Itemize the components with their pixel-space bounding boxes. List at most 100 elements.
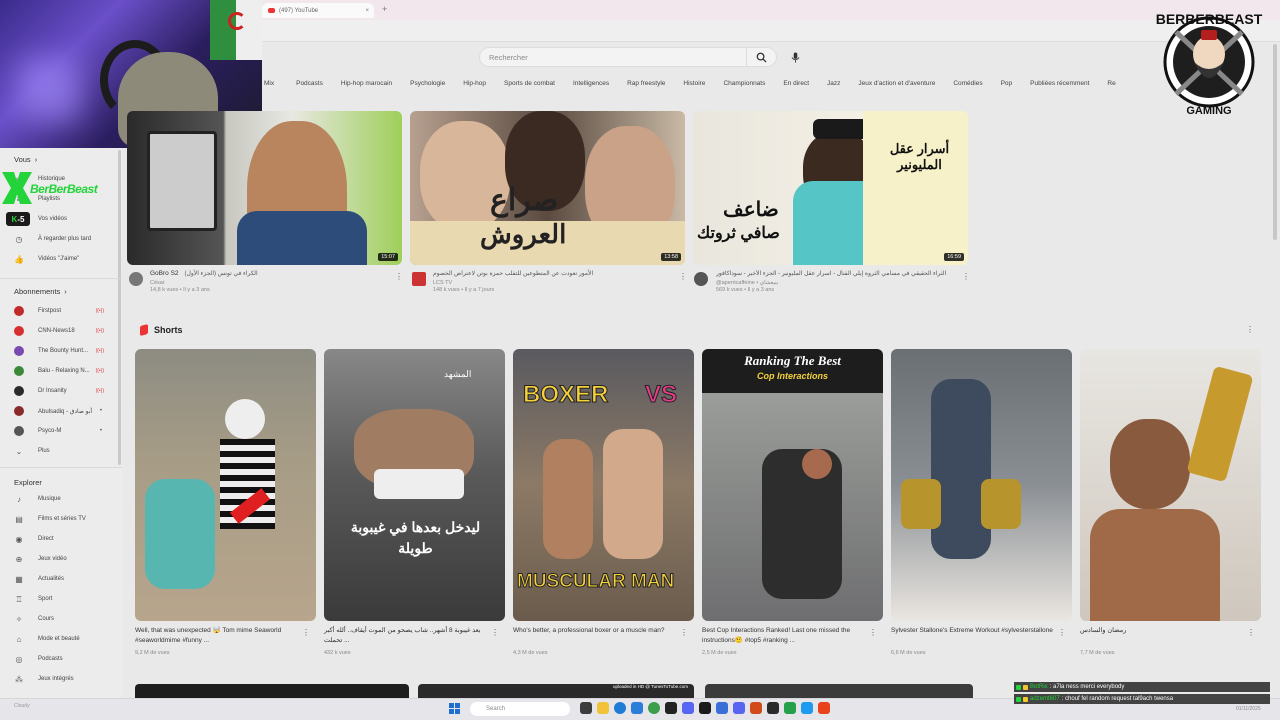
app-icon[interactable]: [818, 702, 830, 714]
more-options-icon[interactable]: ⋮: [1247, 628, 1255, 637]
chrome-icon[interactable]: [648, 702, 660, 714]
short-title[interactable]: بعد غيبوبة 8 أشهر.. شاب يصحو من الموت أي…: [324, 626, 494, 646]
chip[interactable]: Jeux d'action et d'aventure: [858, 76, 935, 94]
sidebar-item-subscription[interactable]: Balu - Relaxing N... ((•)): [14, 363, 118, 379]
more-options-icon[interactable]: ⋮: [395, 272, 403, 281]
sidebar-item-subscription[interactable]: Psyco-M •: [14, 423, 118, 439]
more-options-icon[interactable]: ⋮: [679, 272, 687, 281]
sidebar-item-sport[interactable]: ♖ Sport: [14, 591, 118, 607]
video-thumbnail[interactable]: أسرار عقل المليونير ضاعف صافي ثروتك 16:5…: [693, 111, 968, 265]
chip[interactable]: Publiées récemment: [1030, 76, 1089, 94]
short-thumbnail[interactable]: [135, 349, 316, 621]
short-thumbnail[interactable]: [891, 349, 1072, 621]
short-title[interactable]: Who's better, a professional boxer or a …: [513, 626, 683, 636]
more-options-icon[interactable]: ⋮: [962, 272, 970, 281]
sidebar-vous-header[interactable]: Vous ›: [14, 155, 37, 164]
channel-name[interactable]: César: [150, 280, 390, 286]
app-icon[interactable]: [801, 702, 813, 714]
video-title-arabic[interactable]: الكراء في تونس (الجزء الأول): [185, 270, 258, 277]
sidebar-item-subscription[interactable]: Firstpost ((•)): [14, 303, 118, 319]
more-options-icon[interactable]: ⋮: [302, 628, 310, 637]
voice-search-button[interactable]: [786, 48, 804, 66]
app-icon[interactable]: [784, 702, 796, 714]
chip[interactable]: Re: [1107, 76, 1115, 94]
video-thumbnail[interactable]: صراع العروش 13:58: [410, 111, 685, 265]
channel-avatar[interactable]: [694, 272, 708, 286]
channel-avatar[interactable]: [412, 272, 426, 286]
close-tab-icon[interactable]: ×: [365, 8, 369, 14]
browser-tab-youtube[interactable]: (497) YouTube ×: [262, 3, 374, 18]
new-tab-button[interactable]: +: [382, 4, 387, 14]
sidebar-scrollbar[interactable]: [118, 150, 121, 465]
chip[interactable]: Intelligences: [573, 76, 609, 94]
sidebar-abonnements-header[interactable]: Abonnements ›: [14, 287, 67, 296]
more-options-icon[interactable]: ⋮: [680, 628, 688, 637]
video-title-arabic[interactable]: الثراء الحقيقي في مسامي الثروة إيلي القن…: [716, 270, 956, 277]
search-button[interactable]: [747, 47, 777, 67]
short-title[interactable]: Best Cop Interactions Ranked! Last one m…: [702, 626, 872, 646]
sidebar-item-plus[interactable]: ⌄ Plus: [14, 443, 118, 459]
file-explorer-icon[interactable]: [597, 702, 609, 714]
chip[interactable]: En direct: [783, 76, 809, 94]
sidebar-item-subscription[interactable]: CNN-News18 ((•)): [14, 323, 118, 339]
chip[interactable]: Pop: [1001, 76, 1013, 94]
edge-browser-icon[interactable]: [614, 702, 626, 714]
sidebar-item-direct[interactable]: ◉ Direct: [14, 531, 118, 547]
windows-start-icon[interactable]: [449, 703, 460, 714]
system-clock[interactable]: 01/11/2025: [1236, 706, 1261, 712]
sidebar-item-musique[interactable]: ♪ Musique: [14, 491, 118, 507]
app-icon[interactable]: [699, 702, 711, 714]
chip[interactable]: Podcasts: [296, 76, 323, 94]
chip[interactable]: Jazz: [827, 76, 840, 94]
short-title[interactable]: رمضان والسادس: [1080, 626, 1250, 636]
short-title[interactable]: Sylvester Stallone's Extreme Workout #sy…: [891, 626, 1061, 636]
short-thumbnail[interactable]: Ranking The Best Cop Interactions: [702, 349, 883, 621]
store-icon[interactable]: [631, 702, 643, 714]
chip[interactable]: Comédies: [953, 76, 982, 94]
short-thumbnail[interactable]: المشهد ليدخل بعدها في غيبوبة طويلة: [324, 349, 505, 621]
chip[interactable]: Sports de combat: [504, 76, 555, 94]
search-input[interactable]: Rechercher: [479, 47, 747, 67]
more-options-icon[interactable]: ⋮: [1058, 628, 1066, 637]
steam-icon[interactable]: [665, 702, 677, 714]
short-thumbnail[interactable]: [1080, 349, 1261, 621]
short-title[interactable]: Well, that was unexpected 🤯 Tom mime Sea…: [135, 626, 305, 646]
sidebar-item-subscription[interactable]: Abulsadiq - أبو صادق •: [14, 403, 118, 419]
app-icon[interactable]: [733, 702, 745, 714]
app-icon[interactable]: [767, 702, 779, 714]
video-title[interactable]: GoBro S2: [150, 270, 179, 277]
channel-name[interactable]: LCS TV: [433, 280, 673, 286]
sidebar-item-films[interactable]: ▤ Films et séries TV: [14, 511, 118, 527]
sidebar-item-actualites[interactable]: ▦ Actualités: [14, 571, 118, 587]
sidebar-item-jeux-integres[interactable]: ⁂ Jeux intégrés: [14, 671, 118, 687]
video-thumbnail[interactable]: 15:07: [127, 111, 402, 265]
short-thumbnail[interactable]: BOXER VS MUSCULAR MAN: [513, 349, 694, 621]
sidebar-item-cours[interactable]: ✧ Cours: [14, 611, 118, 627]
discord-icon[interactable]: [682, 702, 694, 714]
more-options-icon[interactable]: ⋮: [1246, 325, 1254, 334]
chip[interactable]: Histoire: [683, 76, 705, 94]
chip[interactable]: Hip-hop: [463, 76, 486, 94]
video-title-arabic[interactable]: الأمور تعودت عن المتطوعين للتقلب حمزة بو…: [433, 270, 673, 277]
chip[interactable]: Hip-hop marocain: [341, 76, 392, 94]
sidebar-item-liked-videos[interactable]: 👍 Vidéos "J'aime": [14, 251, 118, 267]
sidebar-item-subscription[interactable]: Dr Insanity ((•)): [14, 383, 118, 399]
sidebar-item-podcasts[interactable]: ◎ Podcasts: [14, 651, 118, 667]
sidebar-item-watch-later[interactable]: ◷ À regarder plus tard: [14, 231, 118, 247]
chip[interactable]: Rap freestyle: [627, 76, 665, 94]
more-options-icon[interactable]: ⋮: [869, 628, 877, 637]
chip[interactable]: Mix: [264, 76, 274, 94]
app-icon[interactable]: [716, 702, 728, 714]
sidebar-item-subscription[interactable]: The Bounty Hunt... ((•)): [14, 343, 118, 359]
channel-name[interactable]: @aperricaffeine • يبيعشاي: [716, 280, 956, 286]
address-bar[interactable]: [262, 20, 1280, 42]
page-scrollbar[interactable]: [1273, 44, 1277, 240]
task-view-icon[interactable]: [580, 702, 592, 714]
taskbar-search[interactable]: Search: [470, 702, 570, 716]
weather-widget[interactable]: Cloudy: [14, 703, 30, 709]
chip[interactable]: Psychologie: [410, 76, 445, 94]
app-icon[interactable]: [750, 702, 762, 714]
channel-avatar[interactable]: [129, 272, 143, 286]
more-options-icon[interactable]: ⋮: [491, 628, 499, 637]
sidebar-item-jeux-video[interactable]: ⊕ Jeux vidéo: [14, 551, 118, 567]
